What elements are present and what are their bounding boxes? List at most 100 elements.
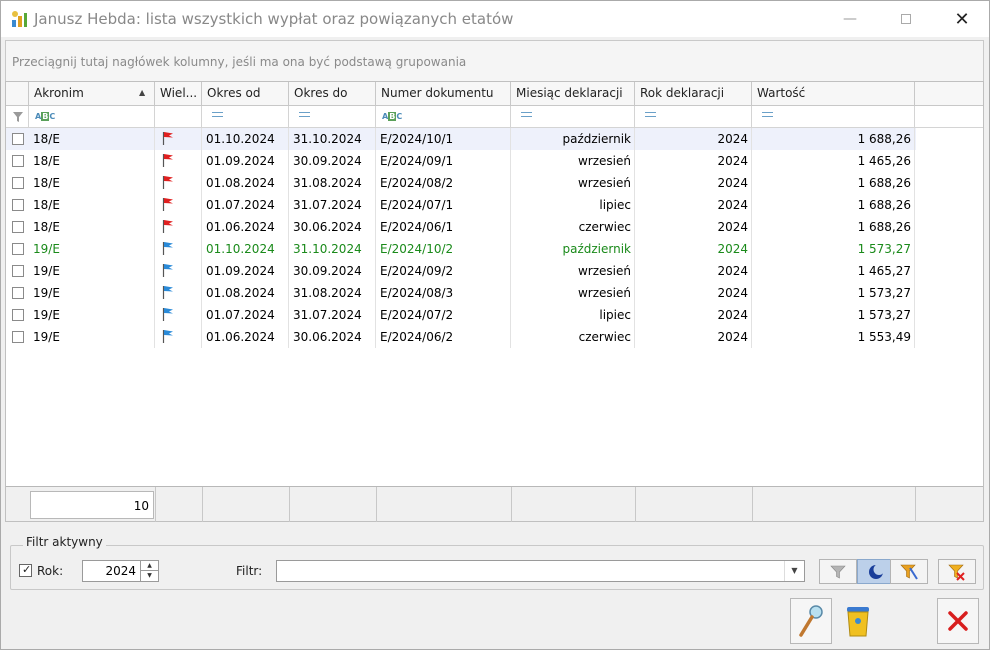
header-okres-od[interactable]: Okres od	[202, 82, 289, 106]
filter-rok-deklaracji[interactable]	[635, 106, 752, 128]
filter-okres-od[interactable]	[202, 106, 289, 128]
row-checkbox[interactable]	[12, 177, 24, 189]
cell-wartosc: 1 465,26	[857, 154, 911, 168]
minimize-icon: —	[843, 11, 857, 27]
cell-do: 30.09.2024	[293, 264, 362, 278]
rok-value[interactable]: 2024	[83, 561, 139, 581]
maximize-button[interactable]	[883, 1, 929, 37]
maximize-icon	[901, 14, 911, 24]
flag-icon	[162, 264, 173, 277]
header-select-column[interactable]	[6, 82, 29, 106]
close-icon: ✕	[954, 8, 970, 30]
row-flag-cell	[155, 282, 202, 304]
moon-filter-icon	[869, 563, 885, 579]
app-icon	[12, 11, 27, 27]
header-akronim[interactable]: Akronim ▲	[29, 82, 155, 106]
filter-okres-do[interactable]	[289, 106, 376, 128]
table-row[interactable]: 19/E 01.09.2024 30.09.2024 E/2024/09/2 wrzes…	[6, 260, 916, 282]
filtr-dropdown-button[interactable]: ▼	[784, 561, 804, 581]
row-checkbox[interactable]	[12, 133, 24, 145]
filter-miesiac-deklaracji[interactable]	[511, 106, 635, 128]
cell-numer: E/2024/07/2	[380, 308, 454, 322]
row-flag-cell	[155, 194, 202, 216]
header-wartosc[interactable]: Wartość	[752, 82, 915, 106]
row-flag-cell	[155, 326, 202, 348]
row-checkbox[interactable]	[12, 199, 24, 211]
row-flag-cell	[155, 216, 202, 238]
footer-divider	[915, 487, 916, 522]
cell-do: 30.06.2024	[293, 220, 362, 234]
table-row[interactable]: 19/E 01.07.2024 31.07.2024 E/2024/07/2 lipie…	[6, 304, 916, 326]
cell-rok: 2024	[717, 308, 748, 322]
filter-row-icon-cell	[6, 106, 29, 128]
rok-checkbox[interactable]: ✓	[19, 563, 32, 577]
close-dialog-button[interactable]	[937, 598, 979, 644]
table-row[interactable]: 18/E 01.10.2024 31.10.2024 E/2024/10/1 paźdz…	[6, 128, 916, 150]
column-divider	[914, 128, 915, 348]
close-window-button[interactable]: ✕	[939, 1, 985, 37]
cell-od: 01.07.2024	[206, 198, 275, 212]
row-flag-cell	[155, 238, 202, 260]
flag-icon	[162, 308, 173, 321]
cell-miesiac: wrzesień	[577, 154, 631, 168]
window-title: Janusz Hebda: lista wszystkich wypłat or…	[34, 10, 514, 28]
filter-clear-button[interactable]	[938, 559, 976, 584]
table-row[interactable]: 18/E 01.07.2024 31.07.2024 E/2024/07/1 lipie…	[6, 194, 916, 216]
table-row[interactable]: 18/E 01.09.2024 30.09.2024 E/2024/09/1 wrzes…	[6, 150, 916, 172]
row-checkbox[interactable]	[12, 221, 24, 233]
cell-rok: 2024	[717, 220, 748, 234]
cell-od: 01.09.2024	[206, 264, 275, 278]
trash-bin-icon	[847, 607, 869, 637]
group-by-panel[interactable]: Przeciągnij tutaj nagłówek kolumny, jeśl…	[5, 40, 984, 81]
cell-wartosc: 1 688,26	[857, 198, 911, 212]
grid-footer: 10	[6, 486, 983, 522]
row-checkbox[interactable]	[12, 243, 24, 255]
column-divider	[751, 128, 752, 348]
checkmark-icon: ✓	[22, 563, 32, 576]
filter-akronim[interactable]: ABC	[29, 106, 155, 128]
cell-rok: 2024	[717, 286, 748, 300]
row-checkbox[interactable]	[12, 287, 24, 299]
filter-edit-button[interactable]	[890, 559, 928, 584]
flag-icon	[162, 242, 173, 255]
payments-grid[interactable]: Akronim ▲ Wiel... Okres od Okres do Numer…	[5, 81, 984, 522]
footer-divider	[511, 487, 512, 522]
main-window: Janusz Hebda: lista wszystkich wypłat or…	[0, 0, 990, 650]
column-divider	[201, 128, 202, 348]
header-wiel[interactable]: Wiel...	[155, 82, 202, 106]
header-miesiac-deklaracji[interactable]: Miesiąc deklaracji	[511, 82, 635, 106]
cell-do: 30.09.2024	[293, 154, 362, 168]
table-row[interactable]: 18/E 01.08.2024 31.08.2024 E/2024/08/2 wrzes…	[6, 172, 916, 194]
table-row[interactable]: 18/E 01.06.2024 30.06.2024 E/2024/06/1 czerw…	[6, 216, 916, 238]
row-checkbox[interactable]	[12, 309, 24, 321]
table-row[interactable]: 19/E 01.06.2024 30.06.2024 E/2024/06/2 czerw…	[6, 326, 916, 348]
row-checkbox[interactable]	[12, 265, 24, 277]
filter-wiel[interactable]	[155, 106, 202, 128]
filter-wartosc[interactable]	[752, 106, 915, 128]
recycle-bin-button[interactable]	[837, 598, 879, 644]
arrow-up-icon: ▲	[147, 562, 152, 569]
cell-numer: E/2024/10/2	[380, 242, 454, 256]
minimize-button[interactable]: —	[827, 1, 873, 37]
filter-funnel-button[interactable]	[819, 559, 857, 584]
preview-button[interactable]	[790, 598, 832, 644]
cell-miesiac: lipiec	[599, 198, 631, 212]
flag-icon	[162, 220, 173, 233]
filtr-combo[interactable]: ▼	[276, 560, 805, 582]
filter-numer-dokumentu[interactable]: ABC	[376, 106, 511, 128]
row-checkbox[interactable]	[12, 331, 24, 343]
rok-spinner[interactable]: 2024 ▲ ▼	[82, 560, 159, 582]
table-row[interactable]: 19/E 01.08.2024 31.08.2024 E/2024/08/3 wrzes…	[6, 282, 916, 304]
cell-do: 31.07.2024	[293, 308, 362, 322]
cell-od: 01.06.2024	[206, 220, 275, 234]
row-checkbox[interactable]	[12, 155, 24, 167]
equals-filter-icon	[212, 112, 223, 117]
header-numer-dokumentu[interactable]: Numer dokumentu	[376, 82, 511, 106]
spin-up-button[interactable]: ▲	[140, 561, 158, 571]
header-okres-do[interactable]: Okres do	[289, 82, 376, 106]
record-count: 10	[30, 491, 154, 519]
flag-icon	[162, 154, 173, 167]
table-row[interactable]: 19/E 01.10.2024 31.10.2024 E/2024/10/2 paźdz…	[6, 238, 916, 260]
spin-down-button[interactable]: ▼	[140, 571, 158, 581]
header-rok-deklaracji[interactable]: Rok deklaracji	[635, 82, 752, 106]
